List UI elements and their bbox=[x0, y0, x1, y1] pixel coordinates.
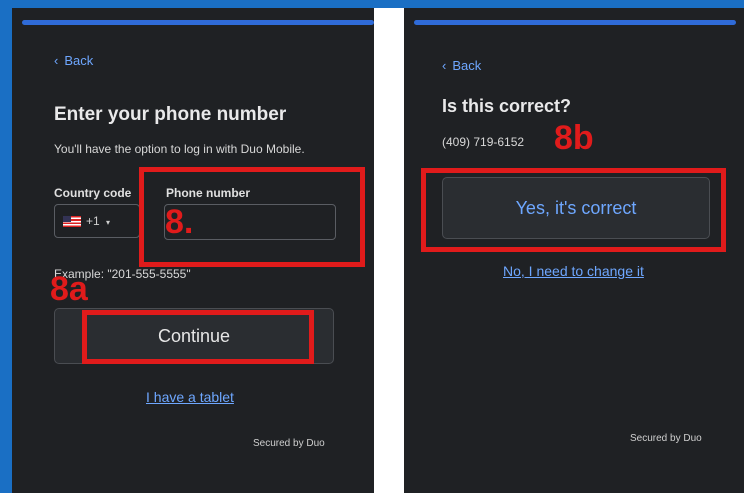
chevron-left-icon: ‹ bbox=[442, 58, 447, 73]
annotation-box-8a bbox=[82, 310, 314, 364]
annotation-label-8b: 8b bbox=[554, 119, 594, 157]
country-code-label: Country code bbox=[54, 186, 132, 200]
back-link[interactable]: ‹ Back bbox=[54, 53, 93, 68]
back-label: Back bbox=[64, 53, 94, 68]
chevron-left-icon: ‹ bbox=[54, 53, 59, 68]
chevron-down-icon: ▾ bbox=[106, 218, 111, 227]
back-label: Back bbox=[452, 58, 482, 73]
change-number-link[interactable]: No, I need to change it bbox=[503, 263, 644, 279]
back-link[interactable]: ‹ Back bbox=[442, 58, 481, 73]
country-code-select[interactable]: +1 ▾ bbox=[54, 204, 140, 238]
phone-number-display: (409) 719-6152 bbox=[442, 135, 525, 149]
secured-by-duo: Secured by Duo bbox=[253, 438, 325, 449]
secured-by-duo: Secured by Duo bbox=[630, 433, 702, 444]
progress-bar bbox=[414, 20, 736, 25]
country-code-value: +1 bbox=[86, 214, 100, 228]
page-subtitle: You'll have the option to log in with Du… bbox=[54, 142, 305, 156]
page-title: Is this correct? bbox=[442, 96, 572, 116]
us-flag-icon bbox=[63, 216, 81, 228]
annotation-label-8: 8. bbox=[165, 203, 194, 241]
annotation-box-8b bbox=[421, 168, 726, 252]
page-title: Enter your phone number bbox=[54, 104, 287, 125]
panel-separator bbox=[374, 8, 404, 493]
tablet-link[interactable]: I have a tablet bbox=[146, 389, 234, 405]
progress-bar bbox=[22, 20, 374, 25]
annotation-label-8a: 8a bbox=[50, 270, 88, 308]
